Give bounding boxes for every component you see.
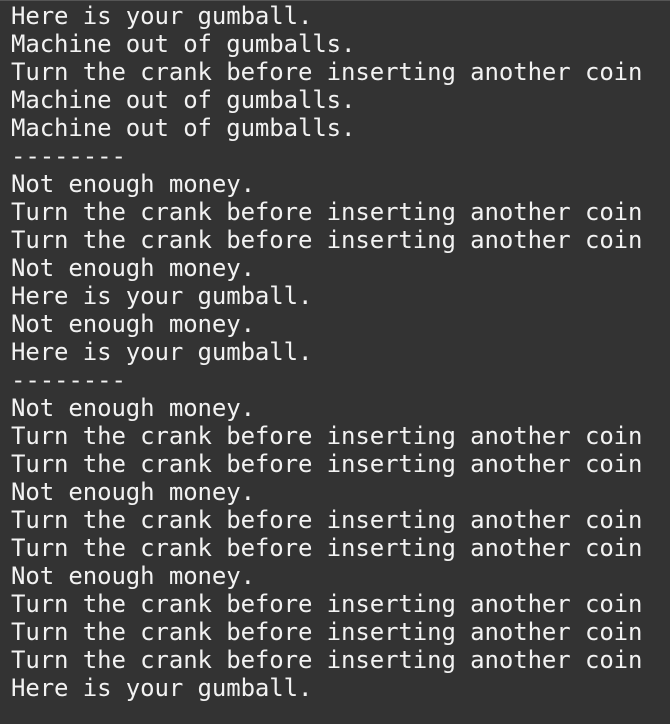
console-line: Turn the crank before inserting another … [11, 450, 643, 478]
console-line: Here is your gumball. [11, 282, 313, 310]
console-separator-line: -------- [11, 142, 126, 170]
console-output-lines: Here is your gumball. Machine out of gum… [11, 2, 642, 702]
console-line: Turn the crank before inserting another … [11, 58, 643, 86]
console-separator-line: -------- [11, 366, 126, 394]
console-line: Turn the crank before inserting another … [11, 506, 643, 534]
console-line: Machine out of gumballs. [11, 114, 356, 142]
console-line: Not enough money. [11, 562, 255, 590]
console-line: Turn the crank before inserting another … [11, 646, 643, 674]
console-line: Turn the crank before inserting another … [11, 198, 643, 226]
console-line: Not enough money. [11, 478, 255, 506]
console-line: Machine out of gumballs. [11, 30, 356, 58]
console-line: Not enough money. [11, 394, 255, 422]
console-line: Here is your gumball. [11, 338, 313, 366]
console-line: Not enough money. [11, 254, 255, 282]
console-output-panel[interactable]: Here is your gumball. Machine out of gum… [0, 0, 670, 724]
console-line: Turn the crank before inserting another … [11, 422, 643, 450]
console-line: Turn the crank before inserting another … [11, 590, 643, 618]
console-line: Turn the crank before inserting another … [11, 618, 643, 646]
console-line: Turn the crank before inserting another … [11, 226, 643, 254]
console-line: Turn the crank before inserting another … [11, 534, 643, 562]
console-line: Not enough money. [11, 170, 255, 198]
console-line: Machine out of gumballs. [11, 86, 356, 114]
console-line: Here is your gumball. [11, 2, 313, 30]
console-line: Here is your gumball. [11, 674, 313, 702]
console-line: Not enough money. [11, 310, 255, 338]
